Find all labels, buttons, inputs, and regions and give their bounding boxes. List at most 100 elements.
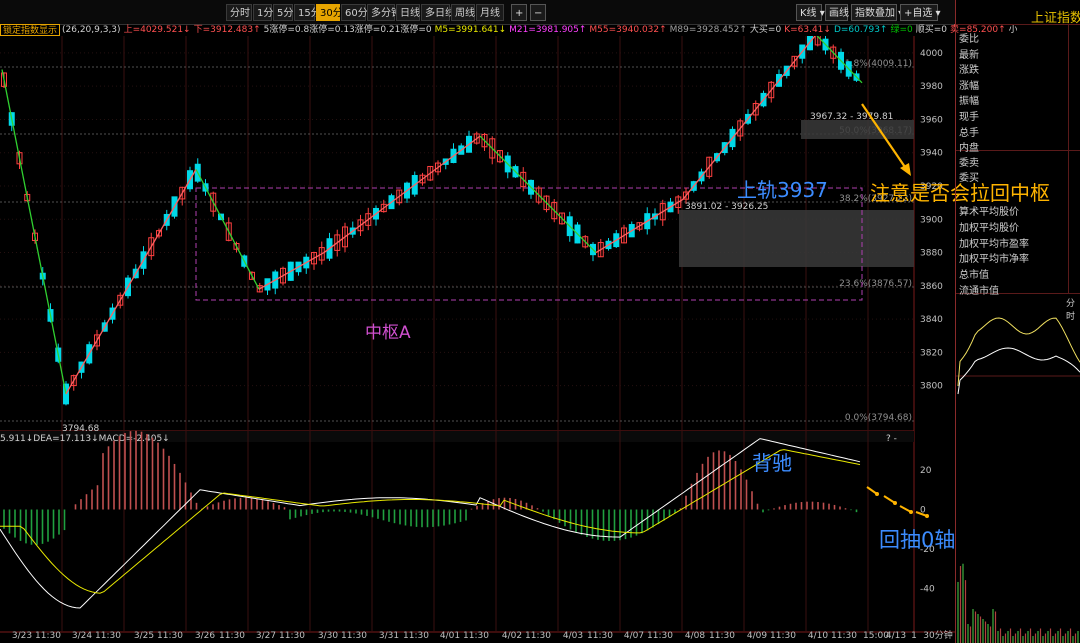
time-label-10: 3/30: [318, 631, 338, 641]
time-label-30: 1: [911, 631, 917, 641]
period-tab-8[interactable]: 多日线: [421, 4, 450, 21]
zhongshu-a-label: 中枢A: [365, 318, 411, 343]
indicator-value-11: 绿=0: [890, 25, 912, 35]
time-label-12: 3/31: [379, 631, 399, 641]
indicator-value-6: M55=3940.032↑: [589, 25, 666, 35]
price-tick-2: 3980: [920, 82, 943, 92]
zoom-out-button[interactable]: −: [530, 4, 546, 21]
period-tab-7[interactable]: 日线: [396, 4, 420, 21]
macd-tick-3: -40: [920, 584, 935, 594]
sidebar-divider-0: [956, 24, 1080, 25]
time-label-2: 3/24: [72, 631, 92, 641]
zoom-in-button[interactable]: +: [511, 4, 527, 21]
toolbar-tool-3[interactable]: +自选 ▾: [900, 4, 938, 21]
zigzag-segment-1: [66, 169, 196, 394]
resistance-zone-upper: [801, 120, 914, 139]
zigzag-segment-5: [480, 136, 596, 252]
sidebar-row-c-5: 流通市值: [959, 282, 999, 297]
indicator-value-4: M5=3991.641↓: [435, 25, 507, 35]
period-tab-0[interactable]: 分时: [226, 4, 252, 21]
time-label-21: 11:30: [647, 631, 673, 641]
time-label-3: 11:30: [95, 631, 121, 641]
period-tab-3[interactable]: 15分: [294, 4, 315, 21]
macd-header: 5.911↓DEA=17.113↓MACD=-2.405↓: [0, 434, 170, 444]
projection-arrowhead-0: [875, 492, 879, 496]
indicator-value-0: (26,20,9,3,3): [62, 25, 121, 35]
macd-tick-0: 20: [920, 466, 932, 476]
sidebar-row-a-6: 总手: [959, 124, 979, 139]
kline-chart[interactable]: 4020400039803960394039203900388038603840…: [0, 36, 955, 643]
sidebar-row-a-5: 现手: [959, 108, 979, 123]
period-tab-1[interactable]: 1分: [253, 4, 272, 21]
sidebar-row-a-4: 振幅: [959, 92, 979, 107]
time-label-25: 11:30: [770, 631, 796, 641]
price-tick-6: 3900: [920, 215, 943, 225]
sidebar-row-c-1: 加权平均股价: [959, 219, 1019, 234]
macd-panel-controls: ? -: [886, 434, 897, 444]
macd-dif-line: [0, 439, 860, 608]
indicator-value-10: D=60.793↑: [834, 25, 888, 35]
period-toolbar: 锁定指数显示 ▾ 分时 1分 5分 15分 30分 60分 多分钟 日线 多日线 周线 月线 + − K线…: [0, 0, 955, 25]
time-label-17: 11:30: [525, 631, 551, 641]
indicator-value-12: 顺买=0: [916, 25, 947, 35]
time-label-14: 4/01: [440, 631, 460, 641]
price-tick-10: 3820: [920, 348, 943, 358]
indicator-value-2: 下=3912.483↑: [194, 25, 261, 35]
toolbar-tool-1[interactable]: 画线: [825, 4, 848, 21]
time-label-0: 3/23: [12, 631, 32, 641]
time-label-13: 11:30: [403, 631, 429, 641]
time-label-31: 30分钟: [923, 629, 952, 641]
time-label-16: 4/02: [502, 631, 522, 641]
sidebar-row-a-7: 内盘: [959, 139, 979, 154]
period-tab-9[interactable]: 周线: [451, 4, 475, 21]
toolbar-tool-2[interactable]: 指数叠加 ▾: [851, 4, 897, 21]
indicator-value-8: 大买=0: [750, 25, 781, 35]
period-tab-6[interactable]: 多分钟: [367, 4, 395, 21]
macd-histogram: [4, 431, 857, 545]
time-label-8: 3/27: [256, 631, 276, 641]
indicator-value-9: K=63.41↓: [784, 25, 831, 35]
period-tab-4[interactable]: 30分: [316, 4, 340, 21]
indicator-value-5: M21=3981.905↑: [509, 25, 586, 35]
price-label-range2: 3967.32 - 3979.81: [810, 112, 893, 122]
projection-arrowhead-2: [909, 510, 913, 514]
indicator-value-7: M89=3928.452↑: [670, 25, 747, 35]
toolbar-tool-0[interactable]: K线 ▾: [796, 4, 822, 21]
sidebar-row-c-4: 总市值: [959, 266, 989, 281]
pullback-label: 回抽0轴: [879, 524, 955, 554]
lock-index-dropdown[interactable]: 锁定指数显示 ▾: [0, 24, 60, 36]
sidebar-row-c-3: 加权平均市净率: [959, 250, 1029, 265]
attention-arrowhead: [900, 163, 911, 176]
sidebar-row-a-2: 涨跌: [959, 61, 979, 76]
time-label-9: 11:30: [279, 631, 305, 641]
price-tick-3: 3960: [920, 115, 943, 125]
time-label-26: 4/10: [808, 631, 828, 641]
time-label-23: 11:30: [709, 631, 735, 641]
fib-label-4: 0.0%(3794.68): [845, 413, 912, 423]
indicator-value-3: 5涨停=0.8涨停=0.13涨停=0.21涨停=0: [264, 25, 432, 35]
time-label-20: 4/07: [624, 631, 644, 641]
divergence-label: 背驰: [752, 447, 792, 476]
projection-arrowhead-3: [925, 514, 929, 518]
price-tick-7: 3880: [920, 249, 943, 259]
macd-dea-line: [0, 450, 860, 594]
time-label-22: 4/08: [685, 631, 705, 641]
price-tick-4: 3940: [920, 149, 943, 159]
time-label-4: 3/25: [134, 631, 154, 641]
time-label-7: 11:30: [219, 631, 245, 641]
time-label-6: 3/26: [195, 631, 215, 641]
time-label-5: 11:30: [157, 631, 183, 641]
sidebar-row-a-3: 涨幅: [959, 77, 979, 92]
price-tick-8: 3860: [920, 282, 943, 292]
sidebar-column-divider: [1068, 24, 1069, 294]
price-tick-11: 3800: [920, 382, 943, 392]
period-tab-5[interactable]: 60分: [341, 4, 366, 21]
time-label-18: 4/03: [563, 631, 583, 641]
time-label-27: 11:30: [831, 631, 857, 641]
period-tab-10[interactable]: 月线: [476, 4, 504, 21]
period-tab-2[interactable]: 5分: [273, 4, 293, 21]
time-label-29: 4/13: [886, 631, 906, 641]
indicator-value-1: 上=4029.521↓: [124, 25, 191, 35]
zigzag-segment-3: [259, 253, 324, 290]
indicator-readout: (26,20,9,3,3) 上=4029.521↓ 下=3912.483↑ 5涨停=0…: [62, 24, 1017, 36]
